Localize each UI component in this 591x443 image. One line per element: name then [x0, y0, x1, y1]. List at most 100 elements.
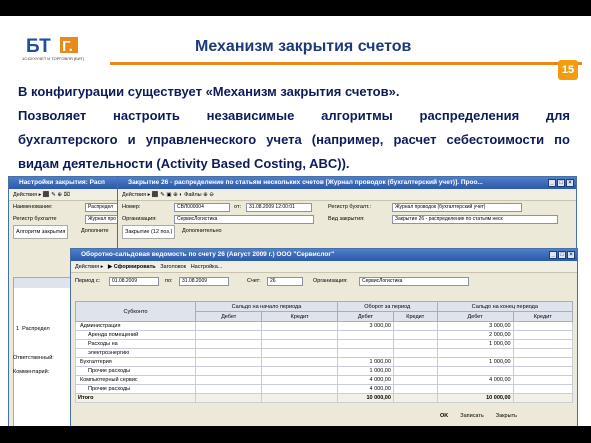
table-cell — [261, 330, 338, 340]
save-button[interactable]: Записать — [460, 413, 484, 419]
period-from-label: Период с: — [75, 278, 101, 284]
window-toolbar[interactable]: Действия ▸ ⬛ ✎ ▣ ⊕ ◐ Файлы ⊕ ⊖ — [118, 189, 576, 201]
table-row[interactable]: Компьютерный сервис 4 000,00 4 000,00 — [75, 375, 574, 385]
table-cell: 1 000,00 — [336, 366, 394, 376]
table-cell — [194, 348, 263, 358]
body-word: настроить — [113, 108, 180, 123]
logo: БТ Г. 1С:БУХУЧЕТ И ТОРГОВЛЯ (БИТ) — [22, 34, 84, 64]
number-field[interactable]: СВЛ000004 — [174, 203, 230, 212]
closing-type-field[interactable]: Закрытие 26 - распределение по статьям н… — [392, 215, 558, 224]
settings-button[interactable]: Настройка... — [191, 264, 223, 270]
tab-additional[interactable]: Дополните — [79, 225, 111, 237]
table-cell: 1 000,00 — [436, 339, 514, 349]
close-icon[interactable]: × — [566, 179, 574, 187]
column-header: Субконто — [75, 301, 196, 322]
slide-body-text: В конфигурации существует «Механизм закр… — [18, 80, 570, 176]
table-cell: 4 000,00 — [436, 375, 514, 385]
maximize-icon[interactable]: □ — [557, 179, 565, 187]
table-row[interactable]: Бухгалтерия 1 000,00 1 000,00 — [75, 357, 574, 367]
tab-additional[interactable]: Дополнительно — [180, 225, 224, 237]
window-titlebar[interactable]: Оборотно-сальдовая ведомость по счету 26… — [71, 249, 577, 261]
body-line-4: видам деятельности (Activity Based Costi… — [18, 156, 350, 171]
table-cell: Компьютерный сервис — [75, 375, 196, 385]
table-row[interactable]: Расходы на 1 000,00 — [75, 339, 574, 349]
table-cell — [336, 339, 394, 349]
turnover-balance-window[interactable]: Оборотно-сальдовая ведомость по счету 26… — [70, 248, 578, 426]
header-button[interactable]: Заголовок — [160, 264, 186, 270]
closing-type-label: Вид закрытия: — [328, 216, 365, 222]
table-cell: Итого — [75, 393, 196, 403]
actions-menu[interactable]: Действия ▸ — [75, 264, 103, 270]
minimize-icon[interactable]: _ — [548, 179, 556, 187]
list-row-number: 1 — [16, 326, 20, 332]
svg-text:БТ: БТ — [26, 36, 51, 56]
minimize-icon[interactable]: _ — [549, 251, 557, 259]
table-cell: Администрация — [75, 321, 196, 331]
window-toolbar[interactable]: Действия ▸ ⬛ ✎ ⊕ ⌧ — [9, 189, 125, 201]
period-from-field[interactable]: 01.08.2009 — [109, 277, 159, 286]
logo-mark-icon: БТ Г. — [22, 34, 84, 56]
table-cell: 4 000,00 — [336, 384, 394, 394]
table-cell — [512, 339, 574, 349]
table-cell — [194, 375, 263, 385]
body-word: учета — [266, 132, 302, 147]
close-icon[interactable]: × — [567, 251, 575, 259]
ok-button[interactable]: OK — [440, 413, 448, 419]
date-field[interactable]: 31.08.2009 12:00:01 — [246, 203, 312, 212]
maximize-icon[interactable]: □ — [558, 251, 566, 259]
table-cell — [436, 366, 514, 376]
table-cell: 10 000,00 — [436, 393, 514, 403]
generate-button[interactable]: ▶ Сформировать — [108, 264, 156, 270]
close-button[interactable]: Закрыть — [496, 413, 517, 419]
window-titlebar[interactable]: Закрытие 26 - распределение по статьям н… — [118, 177, 576, 189]
tab-closing[interactable]: Закрытие (12 поз.) — [122, 225, 176, 239]
account-field[interactable]: 26 — [267, 277, 303, 286]
table-header-row: Субконто Сальдо на начало периода Оборот… — [75, 301, 574, 322]
table-row[interactable]: электроэнергию — [75, 348, 574, 358]
logo-caption: 1С:БУХУЧЕТ И ТОРГОВЛЯ (БИТ) — [22, 56, 85, 61]
table-cell: Прочие расходы — [75, 384, 196, 394]
org-field[interactable]: СервисЛогистика — [359, 277, 469, 286]
org-field[interactable]: СервисЛогистика — [174, 215, 314, 224]
table-row[interactable]: Администрация 3 000,00 3 000,00 — [75, 321, 574, 331]
list-row-value: Распредел — [22, 326, 50, 332]
table-cell — [512, 357, 574, 367]
table-row[interactable]: Прочие расходы 1 000,00 — [75, 366, 574, 376]
resp-label: Ответственный: — [13, 355, 54, 361]
table-total-row: Итого 10 000,00 10 000,00 — [75, 393, 574, 403]
window-titlebar[interactable]: Настройки закрытия: Расп — [9, 177, 125, 189]
table-cell: 1 000,00 — [336, 357, 394, 367]
org-row: Организация: СервисЛогистика Вид закрыти… — [118, 213, 576, 225]
tab-algorithm[interactable]: Алгоритм закрытия — [13, 225, 69, 239]
params-row: Период с: 01.08.2009 по: 31.08.2009 Счет… — [71, 273, 577, 289]
table-cell: 10 000,00 — [336, 393, 394, 403]
register-label: Регистр бухгалт.: — [328, 204, 372, 210]
table-cell — [512, 393, 574, 403]
register-field[interactable]: Журнал проводок (бухгалтерский учет) — [392, 203, 522, 212]
table-cell: Аренда помещений — [75, 330, 196, 340]
table-row[interactable]: Аренда помещений 2 000,00 — [75, 330, 574, 340]
table-cell — [392, 393, 438, 403]
body-line-2: Позволяет настроить независимые алгоритм… — [18, 104, 570, 128]
table-cell: Бухгалтерия — [75, 357, 196, 367]
table-cell: Прочие расходы — [75, 366, 196, 376]
column-subheader: Кредит — [261, 311, 338, 322]
table-cell — [512, 330, 574, 340]
bottom-black-band — [0, 426, 591, 443]
table-cell — [261, 357, 338, 367]
register-label: Регистр бухгалте — [13, 216, 57, 222]
table-cell — [392, 339, 438, 349]
body-word: распределения — [419, 108, 520, 123]
table-cell — [194, 339, 263, 349]
table-cell — [512, 375, 574, 385]
body-word: и — [127, 132, 136, 147]
period-to-label: по: — [165, 278, 173, 284]
window-toolbar: Действия ▸ ▶ Сформировать Заголовок Наст… — [71, 261, 577, 273]
period-to-field[interactable]: 31.08.2009 — [179, 277, 229, 286]
table-row[interactable]: Прочие расходы 4 000,00 — [75, 384, 574, 394]
name-label: Наименование: — [13, 204, 53, 210]
body-line-1: В конфигурации существует «Механизм закр… — [18, 84, 400, 99]
table-cell — [392, 375, 438, 385]
tabs-row: Алгоритм закрытия Дополните — [9, 225, 125, 239]
svg-text:Г.: Г. — [62, 38, 73, 55]
